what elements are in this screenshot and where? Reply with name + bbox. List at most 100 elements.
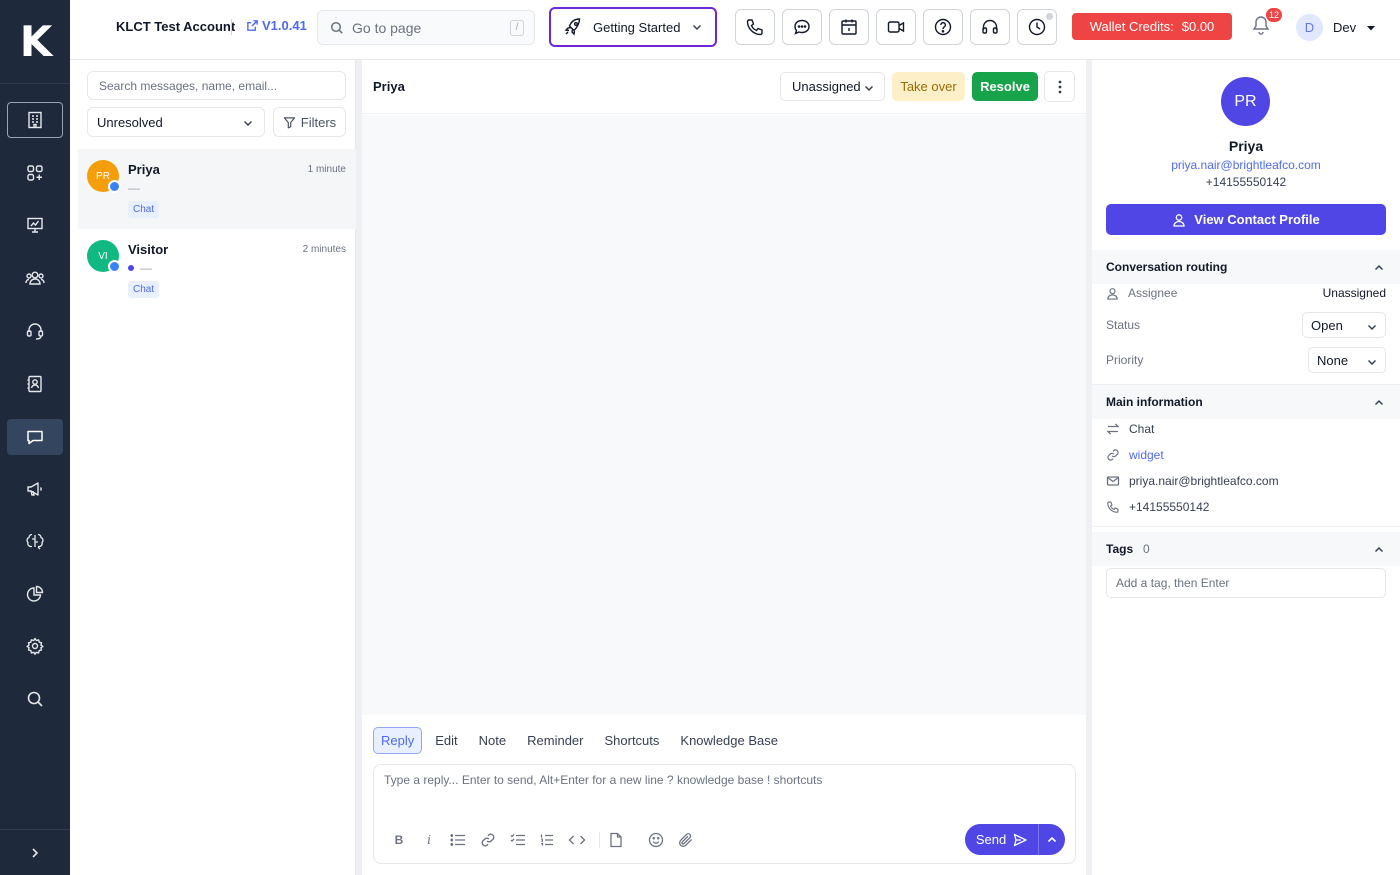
search-icon xyxy=(330,21,343,34)
divider xyxy=(1092,526,1400,527)
shortcut-hint: / xyxy=(510,20,524,36)
external-link-icon xyxy=(247,20,258,31)
view-contact-profile-button[interactable]: View Contact Profile xyxy=(1106,204,1386,235)
app-logo[interactable]: K xyxy=(0,0,70,84)
goto-page-input[interactable] xyxy=(352,19,502,36)
emoji-button[interactable] xyxy=(646,830,666,850)
main-info-section-header[interactable]: Main information xyxy=(1092,385,1400,419)
channel-tag: Chat xyxy=(128,281,160,298)
routing-section-header[interactable]: Conversation routing xyxy=(1092,250,1400,284)
history-button[interactable] xyxy=(1017,9,1057,45)
wallet-credits-button[interactable]: Wallet Credits: $0.00 xyxy=(1072,13,1232,40)
pie-chart-icon[interactable] xyxy=(7,576,63,612)
bullet-list-icon xyxy=(450,834,465,846)
checklist-icon xyxy=(510,834,525,846)
chevron-down-icon xyxy=(864,85,874,92)
list-item[interactable]: VI Visitor 2 minutes — Chat xyxy=(78,229,356,309)
user-icon xyxy=(1173,213,1185,227)
conversation-header: Priya Unassigned Take over Resolve xyxy=(362,60,1086,114)
numbered-list-icon xyxy=(540,834,553,846)
headset-icon[interactable] xyxy=(7,313,63,349)
megaphone-icon[interactable] xyxy=(7,471,63,507)
bullet-list-button[interactable] xyxy=(448,830,468,850)
tags-section-header[interactable]: Tags 0 xyxy=(1092,532,1400,566)
status-filter-select[interactable]: Unresolved xyxy=(87,107,265,137)
support-button[interactable] xyxy=(970,9,1010,45)
divider xyxy=(599,832,600,848)
goto-page-search[interactable]: / xyxy=(317,10,535,45)
resolve-button[interactable]: Resolve xyxy=(972,72,1038,101)
caret-down-icon xyxy=(1367,25,1376,30)
reply-composer: B i xyxy=(373,764,1076,864)
tab-note[interactable]: Note xyxy=(471,727,514,754)
contacts-icon[interactable] xyxy=(7,366,63,402)
mail-icon xyxy=(1106,476,1120,486)
tab-knowledge-base[interactable]: Knowledge Base xyxy=(672,727,786,754)
help-button[interactable] xyxy=(923,9,963,45)
messages-button[interactable] xyxy=(782,9,822,45)
building-icon[interactable] xyxy=(7,102,63,138)
tab-shortcuts[interactable]: Shortcuts xyxy=(596,727,667,754)
message-thread xyxy=(362,115,1086,715)
bold-button[interactable]: B xyxy=(389,830,409,850)
template-button[interactable] xyxy=(606,830,626,850)
attach-button[interactable] xyxy=(676,830,696,850)
tab-edit[interactable]: Edit xyxy=(427,727,465,754)
notifications-button[interactable]: 12 xyxy=(1251,8,1283,40)
composer-section: Reply Edit Note Reminder Shortcuts Knowl… xyxy=(362,715,1086,875)
channel-indicator xyxy=(108,260,121,273)
search-messages-input[interactable] xyxy=(87,71,346,100)
italic-button[interactable]: i xyxy=(419,830,439,850)
link-button[interactable] xyxy=(478,830,498,850)
expand-sidebar-button[interactable] xyxy=(0,829,70,875)
conversation-time: 2 minutes xyxy=(302,244,346,255)
notification-badge: 12 xyxy=(1266,8,1283,22)
add-tag-input[interactable] xyxy=(1106,568,1386,598)
chevron-up-icon xyxy=(1047,836,1057,842)
calendar-button[interactable] xyxy=(829,9,869,45)
settings-icon[interactable] xyxy=(7,628,63,664)
list-item[interactable]: PR Priya 1 minute — Chat xyxy=(78,149,356,229)
avatar: VI xyxy=(87,240,121,273)
presentation-icon[interactable] xyxy=(7,207,63,243)
take-over-button[interactable]: Take over xyxy=(892,72,965,101)
filters-button[interactable]: Filters xyxy=(273,107,346,137)
apps-icon[interactable] xyxy=(7,155,63,191)
user-menu[interactable]: D Dev xyxy=(1296,14,1376,41)
code-button[interactable] xyxy=(567,830,587,850)
calendar-icon xyxy=(841,19,857,35)
version-link[interactable]: V1.0.41 xyxy=(246,18,307,33)
chat-icon[interactable] xyxy=(7,419,63,455)
brain-icon[interactable] xyxy=(7,523,63,559)
more-options-button[interactable] xyxy=(1044,71,1075,102)
status-dot xyxy=(1046,13,1053,20)
reply-input[interactable] xyxy=(384,773,1064,813)
phone-button[interactable] xyxy=(735,9,775,45)
status-select[interactable]: Open xyxy=(1302,312,1386,338)
user-name: Dev xyxy=(1333,20,1357,35)
clock-icon xyxy=(1028,18,1046,36)
getting-started-dropdown[interactable]: Getting Started xyxy=(549,7,717,47)
message-bubble-icon xyxy=(794,19,810,35)
tab-reminder[interactable]: Reminder xyxy=(519,727,591,754)
contact-avatar: PR xyxy=(1221,77,1270,126)
channel-tag: Chat xyxy=(128,201,160,218)
chevron-right-icon xyxy=(32,847,39,858)
top-bar: KLCT Test Account V1.0.41 / Getting Star… xyxy=(70,0,1400,60)
send-button[interactable]: Send xyxy=(965,824,1038,855)
send-options-button[interactable] xyxy=(1038,824,1065,855)
contact-email-link[interactable]: priya.nair@brightleafco.com xyxy=(1092,158,1400,172)
search-icon[interactable] xyxy=(7,681,63,717)
team-icon[interactable] xyxy=(7,260,63,296)
source-link[interactable]: widget xyxy=(1129,448,1164,462)
conversation-name: Priya xyxy=(128,162,160,177)
priority-select[interactable]: None xyxy=(1308,347,1386,373)
video-button[interactable] xyxy=(876,9,916,45)
user-icon xyxy=(1107,287,1118,300)
numbered-list-button[interactable] xyxy=(537,830,557,850)
chevron-up-icon xyxy=(1374,546,1384,553)
assignee-select[interactable]: Unassigned xyxy=(780,72,885,101)
checklist-button[interactable] xyxy=(508,830,528,850)
tab-reply[interactable]: Reply xyxy=(373,727,423,754)
document-icon xyxy=(610,832,622,848)
